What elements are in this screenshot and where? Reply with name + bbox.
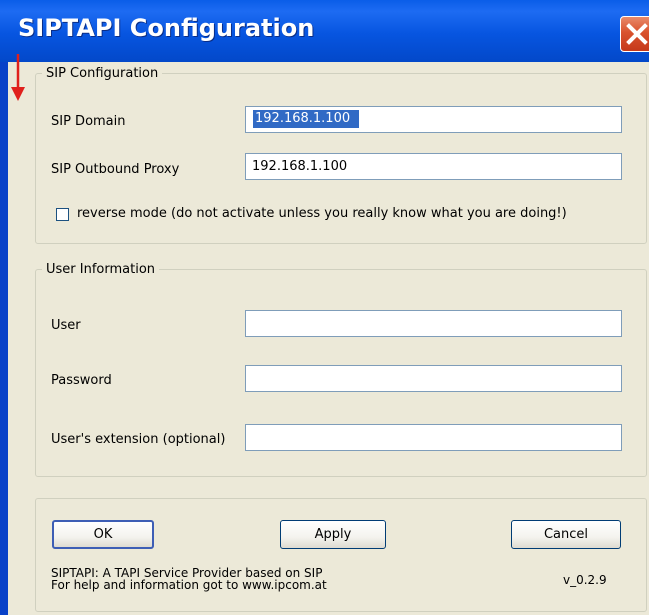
sip-domain-field[interactable]: 192.168.1.100 [245, 106, 622, 133]
title-bar[interactable]: SIPTAPI Configuration [0, 0, 649, 62]
config-dialog: SIPTAPI Configuration SIP Configuration … [0, 0, 649, 615]
dialog-client-area: SIP Configuration SIP Domain 192.168.1.1… [8, 62, 649, 615]
user-information-legend: User Information [46, 262, 156, 277]
version-label: v_0.2.9 [563, 573, 607, 587]
close-button[interactable] [620, 16, 649, 52]
apply-button[interactable]: Apply [280, 520, 386, 549]
close-icon [626, 23, 648, 45]
reverse-mode-checkbox[interactable] [56, 208, 69, 221]
password-field[interactable] [245, 365, 622, 392]
red-arrow-icon [11, 54, 25, 101]
extension-label: User's extension (optional) [51, 432, 226, 447]
window-title: SIPTAPI Configuration [18, 14, 315, 42]
sip-domain-label: SIP Domain [51, 114, 126, 129]
reverse-mode-label[interactable]: reverse mode (do not activate unless you… [77, 206, 567, 221]
bottom-panel [35, 498, 647, 612]
ok-button[interactable]: OK [52, 520, 154, 549]
sip-outbound-proxy-field[interactable] [245, 153, 622, 180]
sip-configuration-legend: SIP Configuration [46, 66, 159, 81]
extension-field[interactable] [245, 424, 622, 451]
user-field[interactable] [245, 310, 622, 337]
sip-domain-value: 192.168.1.100 [255, 111, 351, 126]
sip-outbound-proxy-label: SIP Outbound Proxy [51, 162, 180, 177]
cancel-button[interactable]: Cancel [511, 520, 621, 549]
window-frame-left [0, 0, 8, 615]
user-label: User [51, 318, 81, 333]
footer-help: For help and information got to www.ipco… [51, 578, 327, 592]
password-label: Password [51, 373, 112, 388]
